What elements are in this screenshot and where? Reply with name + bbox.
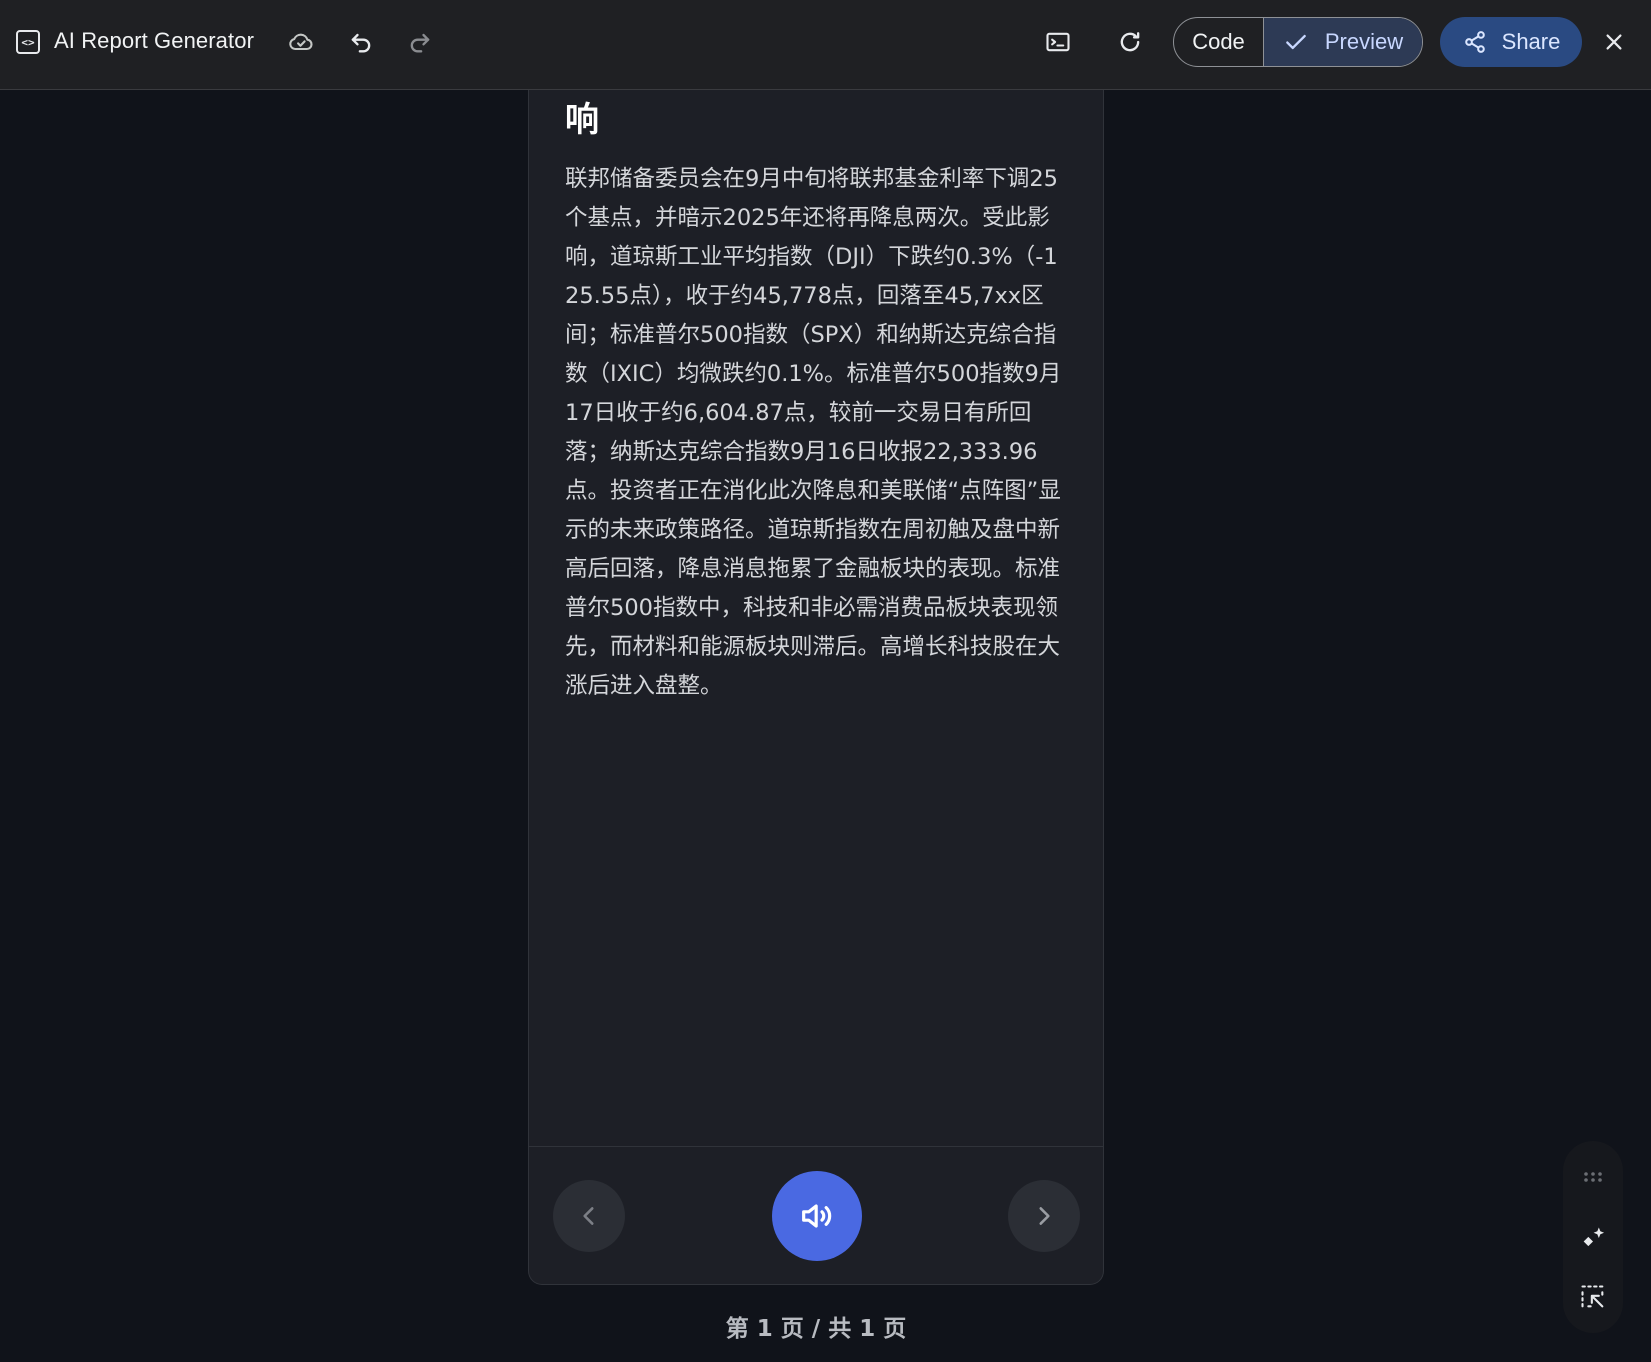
refresh-icon[interactable]	[1114, 26, 1146, 58]
redo-icon[interactable]	[404, 26, 436, 58]
select-element-icon[interactable]	[1577, 1281, 1609, 1313]
previous-page-button[interactable]	[553, 1180, 625, 1252]
next-page-button[interactable]	[1008, 1180, 1080, 1252]
share-button[interactable]: Share	[1440, 17, 1582, 67]
terminal-icon[interactable]	[1042, 26, 1074, 58]
share-label: Share	[1501, 29, 1561, 54]
code-box-icon: <>	[16, 30, 40, 54]
speaker-icon	[802, 1204, 832, 1228]
chevron-right-icon	[1039, 1207, 1050, 1225]
check-icon	[1286, 34, 1306, 50]
close-icon[interactable]	[1598, 26, 1630, 58]
report-card: 响 联邦储备委员会在9月中旬将联邦基金利率下调25个基点，并暗示2025年还将再…	[528, 90, 1104, 1285]
report-body: 联邦储备委员会在9月中旬将联邦基金利率下调25个基点，并暗示2025年还将再降息…	[565, 166, 1062, 699]
code-tab-button[interactable]: Code	[1174, 18, 1264, 66]
read-aloud-button[interactable]	[772, 1171, 862, 1261]
chevron-left-icon	[583, 1207, 594, 1225]
preview-tab-button[interactable]: Preview	[1264, 18, 1422, 66]
drag-handle-icon[interactable]	[1577, 1161, 1609, 1193]
top-bar: <> AI Report Generator Code Preview Shar…	[0, 0, 1651, 90]
preview-tab-label: Preview	[1324, 29, 1404, 54]
floating-toolbar	[1563, 1141, 1623, 1333]
cloud-check-icon[interactable]	[285, 26, 317, 58]
undo-icon[interactable]	[345, 26, 377, 58]
app-title: AI Report Generator	[54, 28, 254, 53]
code-tab-label: Code	[1192, 29, 1245, 54]
report-heading: 响	[565, 100, 599, 140]
card-footer	[529, 1146, 1103, 1285]
page-indicator: 第 1 页 / 共 1 页	[725, 1316, 907, 1342]
sparkle-edit-icon[interactable]	[1577, 1222, 1609, 1254]
view-toggle: Code Preview	[1173, 17, 1423, 67]
share-icon	[1464, 31, 1485, 53]
